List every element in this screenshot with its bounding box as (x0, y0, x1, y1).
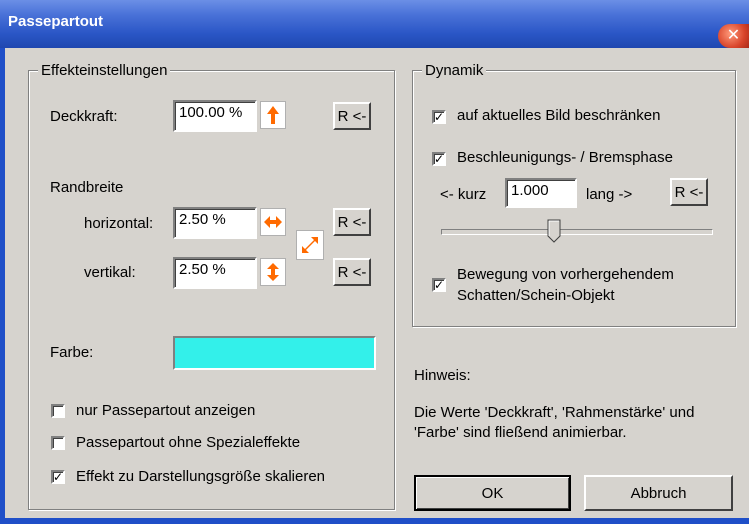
arrow-up-icon (267, 106, 279, 124)
deckkraft-reset-button[interactable]: R <- (333, 102, 371, 130)
bewegung-checkbox[interactable]: ✓ (432, 278, 446, 292)
vertikal-reset-button[interactable]: R <- (333, 258, 371, 286)
title-bar[interactable]: Passepartout (0, 0, 749, 48)
close-icon: ✕ (726, 27, 741, 44)
farbe-label: Farbe: (50, 344, 94, 361)
horizontal-resize-button[interactable] (260, 208, 286, 236)
deckkraft-field[interactable]: 100.00 % (173, 100, 257, 132)
farbe-color-swatch[interactable] (173, 336, 376, 370)
cancel-button[interactable]: Abbruch (584, 475, 733, 511)
bewegung-label-line2[interactable]: Schatten/Schein-Objekt (457, 287, 615, 304)
arrow-up-down-icon (267, 263, 279, 281)
ohne-spezialeffekte-label[interactable]: Passepartout ohne Spezialeffekte (76, 434, 300, 451)
effekteinstellungen-legend: Effekteinstellungen (38, 62, 171, 79)
kurz-field[interactable]: 1.000 (505, 178, 577, 208)
nur-passepartout-label[interactable]: nur Passepartout anzeigen (76, 402, 255, 419)
horizontal-field[interactable]: 2.50 % (173, 207, 257, 239)
hinweis-line1: Die Werte 'Deckkraft', 'Rahmenstärke' un… (414, 404, 695, 421)
vertikal-label: vertikal: (84, 264, 136, 281)
bremsphase-check: ✓ (434, 152, 445, 166)
window-title: Passepartout (8, 13, 104, 30)
deckkraft-label: Deckkraft: (50, 108, 118, 125)
bremsphase-label[interactable]: Beschleunigungs- / Bremsphase (457, 149, 673, 166)
kurz-label: <- kurz (440, 186, 487, 203)
lang-label: lang -> (586, 186, 633, 203)
dynamik-legend: Dynamik (422, 62, 487, 79)
bild-beschraenken-check: ✓ (434, 110, 445, 124)
proportional-link-button[interactable] (296, 230, 324, 260)
skalieren-check: ✓ (53, 470, 64, 484)
hinweis-title: Hinweis: (414, 367, 471, 384)
nur-passepartout-checkbox[interactable] (51, 404, 65, 418)
phase-slider-track[interactable] (441, 229, 713, 235)
vertikal-field[interactable]: 2.50 % (173, 257, 257, 289)
arrow-left-right-icon (264, 216, 282, 228)
skalieren-label[interactable]: Effekt zu Darstellungsgröße skalieren (76, 468, 325, 485)
bewegung-check: ✓ (434, 278, 445, 292)
bild-beschraenken-label[interactable]: auf aktuelles Bild beschränken (457, 107, 660, 124)
ok-button[interactable]: OK (414, 475, 571, 511)
bild-beschraenken-checkbox[interactable]: ✓ (432, 110, 446, 124)
bremsphase-checkbox[interactable]: ✓ (432, 152, 446, 166)
vertikal-resize-button[interactable] (260, 258, 286, 286)
diagonal-resize-icon (302, 237, 318, 253)
randbreite-label: Randbreite (50, 179, 124, 196)
dynamik-reset-button[interactable]: R <- (670, 178, 708, 206)
bewegung-label-line1[interactable]: Bewegung von vorhergehendem (457, 266, 674, 283)
skalieren-checkbox[interactable]: ✓ (51, 470, 65, 484)
window-frame-left (0, 48, 5, 524)
horizontal-label: horizontal: (84, 215, 154, 232)
hinweis-line2: 'Farbe' sind fließend animierbar. (414, 424, 627, 441)
close-button[interactable]: ✕ (718, 24, 749, 48)
passepartout-dialog: Passepartout ✕ Effekteinstellungen Deckk… (0, 0, 749, 524)
deckkraft-up-button[interactable] (260, 101, 286, 129)
phase-slider-thumb[interactable] (547, 219, 561, 243)
ohne-spezialeffekte-checkbox[interactable] (51, 436, 65, 450)
window-frame-bottom (0, 518, 749, 524)
horizontal-reset-button[interactable]: R <- (333, 208, 371, 236)
